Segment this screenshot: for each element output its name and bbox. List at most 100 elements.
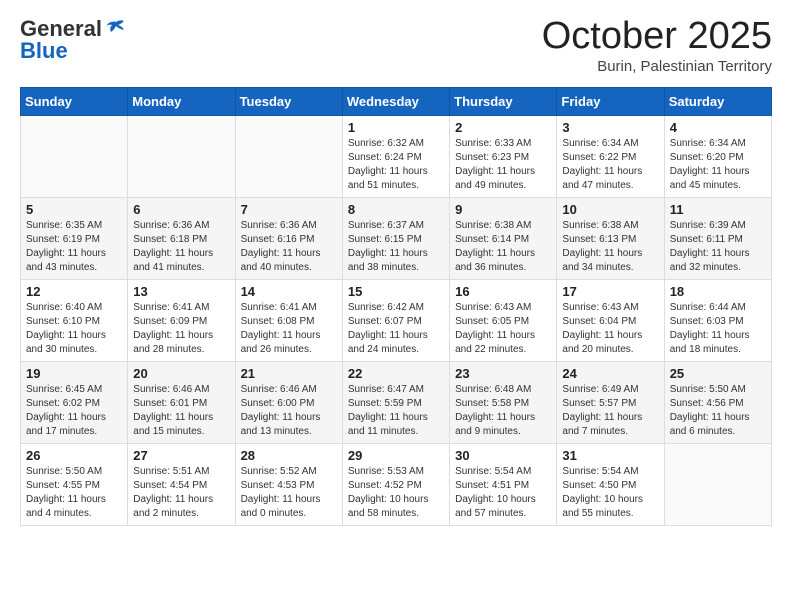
day-number: 12 xyxy=(26,284,122,299)
day-info: Sunrise: 6:42 AMSunset: 6:07 PMDaylight:… xyxy=(348,301,444,357)
calendar-cell: 16 Sunrise: 6:43 AMSunset: 6:05 PMDayligh… xyxy=(450,279,557,361)
calendar-week-row: 5Sunrise: 6:35 AMSunset: 6:19 PMDaylight… xyxy=(21,197,772,279)
day-number: 27 xyxy=(133,448,229,463)
day-info: Sunrise: 6:33 AMSunset: 6:23 PMDaylight:… xyxy=(455,137,551,193)
day-info: Sunrise: 6:34 AMSunset: 6:20 PMDaylight:… xyxy=(670,137,766,193)
weekday-header-saturday: Saturday xyxy=(664,87,771,115)
day-info: Sunrise: 6:43 AMSunset: 6:04 PMDaylight:… xyxy=(562,301,658,357)
calendar-cell: 9Sunrise: 6:38 AMSunset: 6:14 PMDaylight… xyxy=(450,197,557,279)
day-number: 15 xyxy=(348,284,444,299)
day-number: 18 xyxy=(670,284,766,299)
page-header: General Blue October 2025 Burin, Palesti… xyxy=(20,16,772,75)
day-info: Sunrise: 6:45 AMSunset: 6:02 PMDaylight:… xyxy=(26,383,122,439)
calendar-cell: 30 Sunrise: 5:54 AMSunset: 4:51 PMDayligh… xyxy=(450,443,557,525)
calendar-cell xyxy=(21,115,128,197)
calendar-cell: 31 Sunrise: 5:54 AMSunset: 4:50 PMDayligh… xyxy=(557,443,664,525)
calendar-cell: 23 Sunrise: 6:48 AMSunset: 5:58 PMDayligh… xyxy=(450,361,557,443)
calendar-cell: 11Sunrise: 6:39 AMSunset: 6:11 PMDayligh… xyxy=(664,197,771,279)
calendar-cell: 5Sunrise: 6:35 AMSunset: 6:19 PMDaylight… xyxy=(21,197,128,279)
day-info: Sunrise: 5:52 AMSunset: 4:53 PMDaylight:… xyxy=(241,465,337,521)
day-number: 24 xyxy=(562,366,658,381)
day-number: 1 xyxy=(348,120,444,135)
day-number: 10 xyxy=(562,202,658,217)
weekday-header-thursday: Thursday xyxy=(450,87,557,115)
calendar-cell: 8Sunrise: 6:37 AMSunset: 6:15 PMDaylight… xyxy=(342,197,449,279)
day-info: Sunrise: 6:41 AMSunset: 6:09 PMDaylight:… xyxy=(133,301,229,357)
day-info: Sunrise: 6:47 AMSunset: 5:59 PMDaylight:… xyxy=(348,383,444,439)
calendar-cell: 29Sunrise: 5:53 AMSunset: 4:52 PMDayligh… xyxy=(342,443,449,525)
day-info: Sunrise: 5:50 AMSunset: 4:55 PMDaylight:… xyxy=(26,465,122,521)
day-info: Sunrise: 6:40 AMSunset: 6:10 PMDaylight:… xyxy=(26,301,122,357)
calendar-week-row: 12 Sunrise: 6:40 AMSunset: 6:10 PMDayligh… xyxy=(21,279,772,361)
day-info: Sunrise: 6:35 AMSunset: 6:19 PMDaylight:… xyxy=(26,219,122,275)
calendar-cell: 19 Sunrise: 6:45 AMSunset: 6:02 PMDayligh… xyxy=(21,361,128,443)
day-number: 14 xyxy=(241,284,337,299)
day-info: Sunrise: 6:44 AMSunset: 6:03 PMDaylight:… xyxy=(670,301,766,357)
day-number: 28 xyxy=(241,448,337,463)
day-info: Sunrise: 6:36 AMSunset: 6:16 PMDaylight:… xyxy=(241,219,337,275)
calendar-cell: 13 Sunrise: 6:41 AMSunset: 6:09 PMDayligh… xyxy=(128,279,235,361)
day-info: Sunrise: 6:38 AMSunset: 6:13 PMDaylight:… xyxy=(562,219,658,275)
day-number: 26 xyxy=(26,448,122,463)
day-info: Sunrise: 6:39 AMSunset: 6:11 PMDaylight:… xyxy=(670,219,766,275)
weekday-header-sunday: Sunday xyxy=(21,87,128,115)
calendar-week-row: 26 Sunrise: 5:50 AMSunset: 4:55 PMDayligh… xyxy=(21,443,772,525)
day-number: 13 xyxy=(133,284,229,299)
calendar-cell: 12 Sunrise: 6:40 AMSunset: 6:10 PMDayligh… xyxy=(21,279,128,361)
calendar-cell: 18 Sunrise: 6:44 AMSunset: 6:03 PMDayligh… xyxy=(664,279,771,361)
day-info: Sunrise: 6:38 AMSunset: 6:14 PMDaylight:… xyxy=(455,219,551,275)
day-number: 31 xyxy=(562,448,658,463)
calendar-cell: 21 Sunrise: 6:46 AMSunset: 6:00 PMDayligh… xyxy=(235,361,342,443)
day-info: Sunrise: 5:54 AMSunset: 4:51 PMDaylight:… xyxy=(455,465,551,521)
day-info: Sunrise: 6:41 AMSunset: 6:08 PMDaylight:… xyxy=(241,301,337,357)
location: Burin, Palestinian Territory xyxy=(542,58,772,75)
calendar-cell: 7Sunrise: 6:36 AMSunset: 6:16 PMDaylight… xyxy=(235,197,342,279)
day-info: Sunrise: 6:43 AMSunset: 6:05 PMDaylight:… xyxy=(455,301,551,357)
day-number: 19 xyxy=(26,366,122,381)
calendar-cell: 1 Sunrise: 6:32 AMSunset: 6:24 PMDaylight… xyxy=(342,115,449,197)
calendar-cell: 6 Sunrise: 6:36 AMSunset: 6:18 PMDaylight… xyxy=(128,197,235,279)
weekday-header-row: SundayMondayTuesdayWednesdayThursdayFrid… xyxy=(21,87,772,115)
calendar-cell xyxy=(664,443,771,525)
day-number: 20 xyxy=(133,366,229,381)
day-info: Sunrise: 6:46 AMSunset: 6:00 PMDaylight:… xyxy=(241,383,337,439)
calendar-cell: 4 Sunrise: 6:34 AMSunset: 6:20 PMDaylight… xyxy=(664,115,771,197)
day-info: Sunrise: 5:53 AMSunset: 4:52 PMDaylight:… xyxy=(348,465,444,521)
day-number: 23 xyxy=(455,366,551,381)
day-info: Sunrise: 6:46 AMSunset: 6:01 PMDaylight:… xyxy=(133,383,229,439)
day-info: Sunrise: 6:32 AMSunset: 6:24 PMDaylight:… xyxy=(348,137,444,193)
logo-bird-icon xyxy=(104,18,126,40)
calendar-cell: 2 Sunrise: 6:33 AMSunset: 6:23 PMDaylight… xyxy=(450,115,557,197)
day-info: Sunrise: 5:51 AMSunset: 4:54 PMDaylight:… xyxy=(133,465,229,521)
weekday-header-friday: Friday xyxy=(557,87,664,115)
day-info: Sunrise: 5:54 AMSunset: 4:50 PMDaylight:… xyxy=(562,465,658,521)
weekday-header-monday: Monday xyxy=(128,87,235,115)
title-block: October 2025 Burin, Palestinian Territor… xyxy=(542,16,772,75)
day-number: 2 xyxy=(455,120,551,135)
calendar-cell: 20 Sunrise: 6:46 AMSunset: 6:01 PMDayligh… xyxy=(128,361,235,443)
day-number: 21 xyxy=(241,366,337,381)
calendar-cell: 17 Sunrise: 6:43 AMSunset: 6:04 PMDayligh… xyxy=(557,279,664,361)
day-info: Sunrise: 6:34 AMSunset: 6:22 PMDaylight:… xyxy=(562,137,658,193)
day-info: Sunrise: 5:50 AMSunset: 4:56 PMDaylight:… xyxy=(670,383,766,439)
calendar-cell: 10 Sunrise: 6:38 AMSunset: 6:13 PMDayligh… xyxy=(557,197,664,279)
calendar-cell: 22Sunrise: 6:47 AMSunset: 5:59 PMDayligh… xyxy=(342,361,449,443)
day-number: 17 xyxy=(562,284,658,299)
day-info: Sunrise: 6:48 AMSunset: 5:58 PMDaylight:… xyxy=(455,383,551,439)
calendar-cell: 26 Sunrise: 5:50 AMSunset: 4:55 PMDayligh… xyxy=(21,443,128,525)
day-info: Sunrise: 6:36 AMSunset: 6:18 PMDaylight:… xyxy=(133,219,229,275)
calendar-week-row: 19 Sunrise: 6:45 AMSunset: 6:02 PMDayligh… xyxy=(21,361,772,443)
calendar-table: SundayMondayTuesdayWednesdayThursdayFrid… xyxy=(20,87,772,526)
day-number: 6 xyxy=(133,202,229,217)
logo-blue: Blue xyxy=(20,38,68,64)
day-number: 8 xyxy=(348,202,444,217)
day-number: 16 xyxy=(455,284,551,299)
day-number: 3 xyxy=(562,120,658,135)
day-number: 4 xyxy=(670,120,766,135)
day-number: 30 xyxy=(455,448,551,463)
calendar-cell: 15 Sunrise: 6:42 AMSunset: 6:07 PMDayligh… xyxy=(342,279,449,361)
calendar-cell: 24Sunrise: 6:49 AMSunset: 5:57 PMDayligh… xyxy=(557,361,664,443)
calendar-cell: 28 Sunrise: 5:52 AMSunset: 4:53 PMDayligh… xyxy=(235,443,342,525)
month-title: October 2025 xyxy=(542,16,772,58)
calendar-cell: 27 Sunrise: 5:51 AMSunset: 4:54 PMDayligh… xyxy=(128,443,235,525)
